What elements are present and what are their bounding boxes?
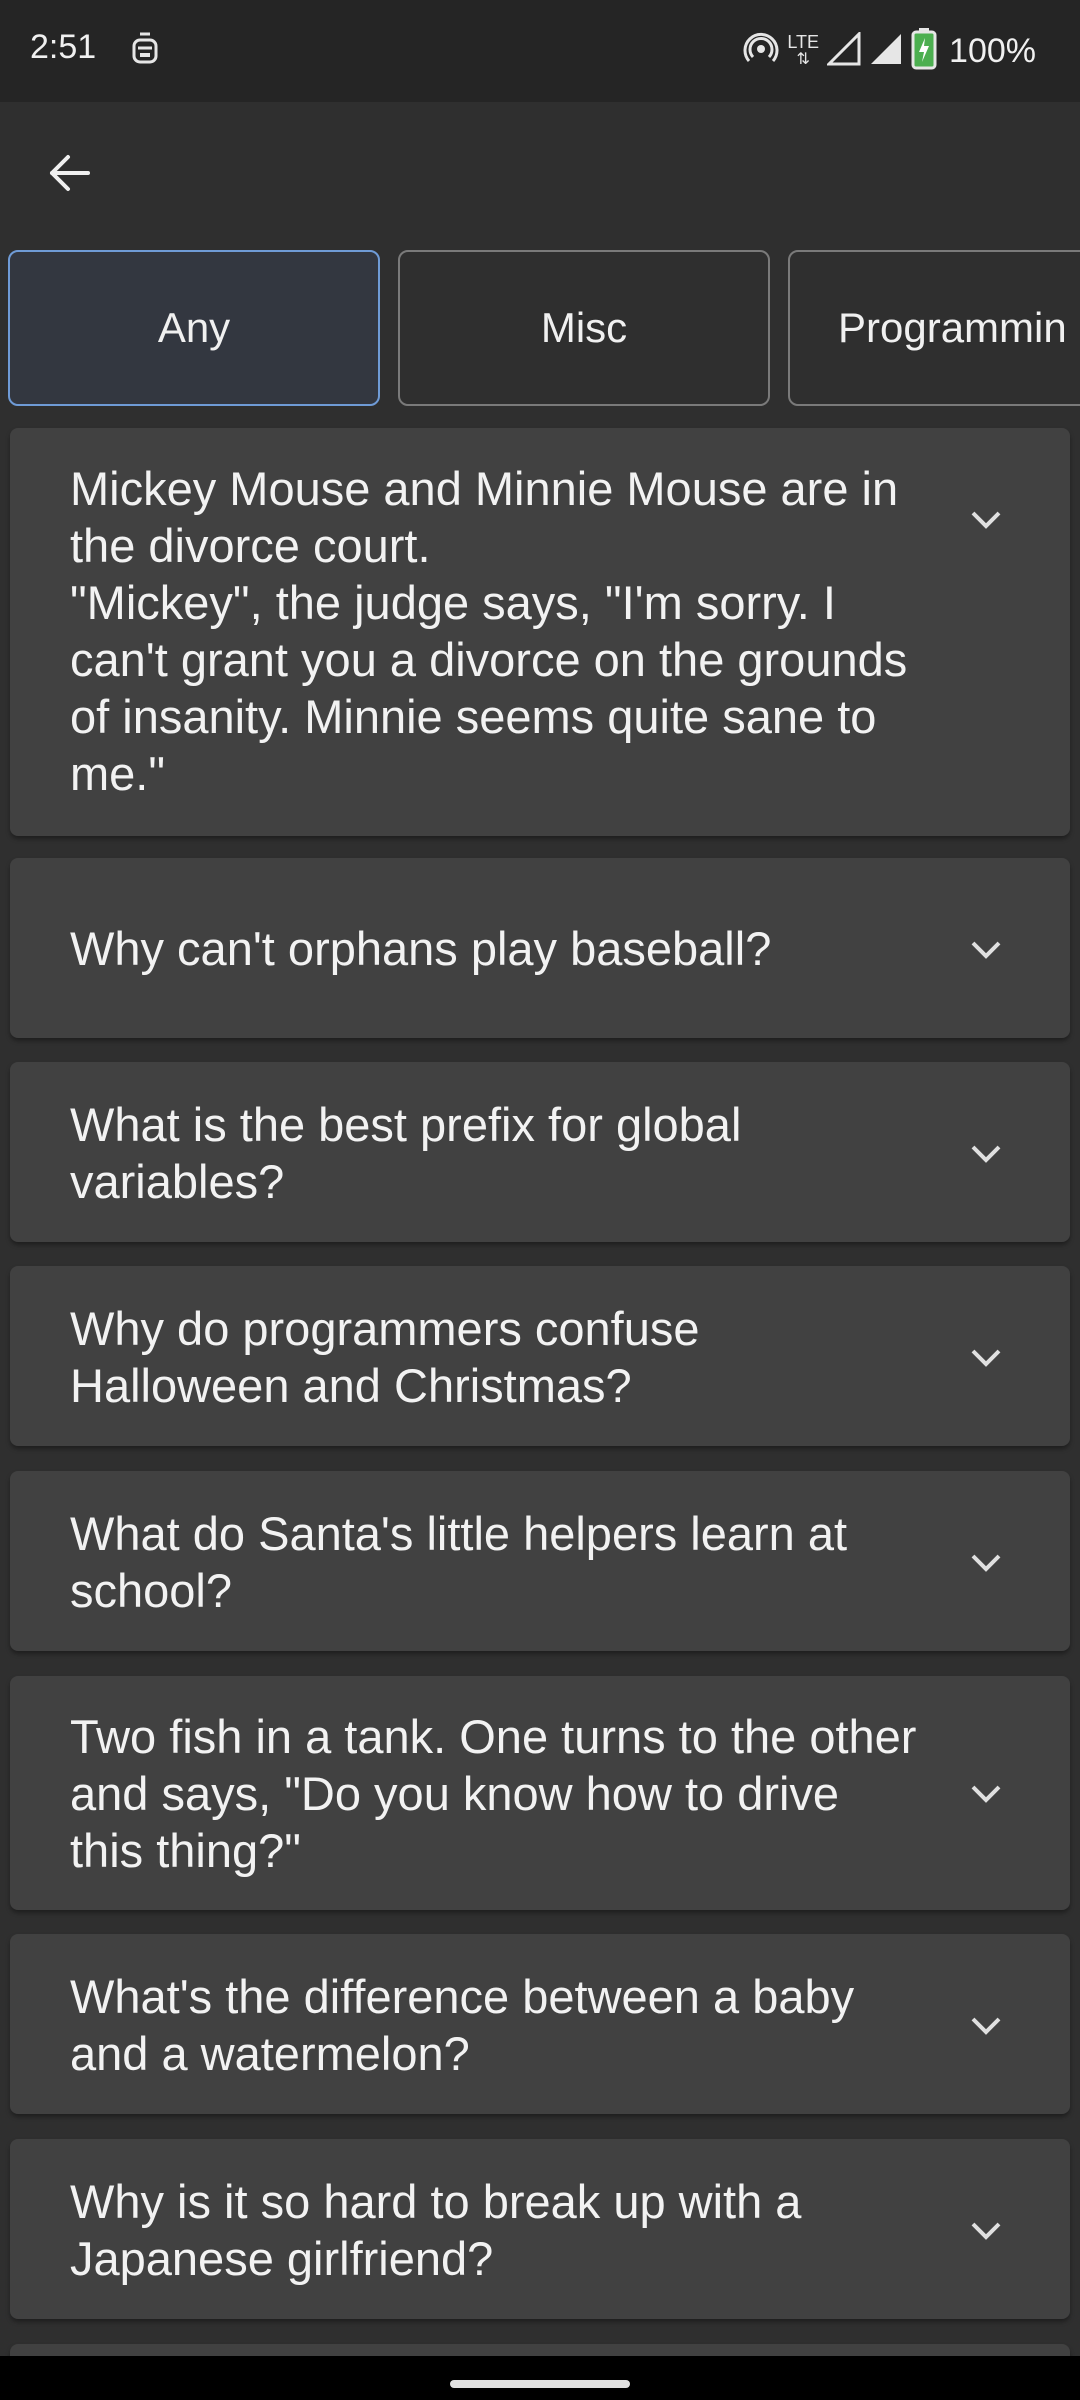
chevron-down-icon[interactable] — [966, 2006, 1006, 2046]
joke-text: Two fish in a tank. One turns to the oth… — [70, 1710, 917, 1877]
chevron-down-icon[interactable] — [966, 1774, 1006, 1814]
chevron-down-icon[interactable] — [966, 1338, 1006, 1378]
joke-text: Mickey Mouse and Minnie Mouse are in the… — [70, 462, 908, 800]
notification-robot-icon — [128, 30, 162, 70]
chevron-down-icon[interactable] — [966, 1134, 1006, 1174]
back-button[interactable] — [30, 140, 110, 206]
battery-percent: 100% — [949, 31, 1036, 70]
signal-icon — [825, 29, 861, 71]
app-bar — [0, 102, 1080, 242]
category-label: Misc — [540, 304, 628, 351]
category-misc[interactable]: Misc — [398, 250, 770, 406]
battery-icon — [911, 27, 937, 75]
lte-label: LTE — [787, 32, 820, 52]
home-gesture-handle[interactable] — [450, 2380, 630, 2388]
joke-card[interactable]: What do Santa's little helpers learn at … — [10, 1471, 1070, 1651]
data-arrows-icon: ⇅ — [796, 51, 810, 68]
status-bar: 2:51 LTE ⇅ 100% — [0, 0, 1080, 102]
joke-card[interactable]: What is the best prefix for global varia… — [10, 1062, 1070, 1242]
joke-card[interactable]: Why do programmers confuse Halloween and… — [10, 1266, 1070, 1446]
joke-text: Why do programmers confuse Halloween and… — [70, 1302, 700, 1412]
joke-text: What's the difference between a baby and… — [70, 1970, 855, 2080]
joke-card[interactable]: Why can't orphans play baseball? — [10, 858, 1070, 1038]
lte-icon: LTE ⇅ — [787, 33, 819, 69]
joke-card[interactable]: Two fish in a tank. One turns to the oth… — [10, 1676, 1070, 1910]
category-tabs: Any Misc Programmin — [8, 250, 1080, 410]
joke-text: Why can't orphans play baseball? — [70, 922, 772, 975]
joke-text: Why is it so hard to break up with a Jap… — [70, 2175, 802, 2285]
chevron-down-icon[interactable] — [966, 1543, 1006, 1583]
status-icons: LTE ⇅ 100% — [743, 26, 1036, 76]
signal-icon — [869, 32, 903, 71]
joke-card[interactable]: Mickey Mouse and Minnie Mouse are in the… — [10, 428, 1070, 836]
hotspot-icon — [743, 31, 779, 72]
navigation-bar — [0, 2356, 1080, 2400]
joke-card[interactable]: What's the difference between a baby and… — [10, 1934, 1070, 2114]
category-any[interactable]: Any — [8, 250, 380, 406]
category-programming[interactable]: Programmin — [788, 250, 1080, 406]
chevron-down-icon[interactable] — [966, 930, 1006, 970]
arrow-left-icon — [50, 155, 90, 191]
chevron-down-icon[interactable] — [966, 500, 1006, 540]
status-time: 2:51 — [30, 28, 97, 66]
joke-card[interactable]: Why is it so hard to break up with a Jap… — [10, 2139, 1070, 2319]
category-label: Programmin — [838, 304, 1067, 351]
joke-text: What do Santa's little helpers learn at … — [70, 1507, 848, 1617]
joke-text: What is the best prefix for global varia… — [70, 1098, 742, 1208]
category-label: Any — [157, 304, 231, 351]
chevron-down-icon[interactable] — [966, 2211, 1006, 2251]
